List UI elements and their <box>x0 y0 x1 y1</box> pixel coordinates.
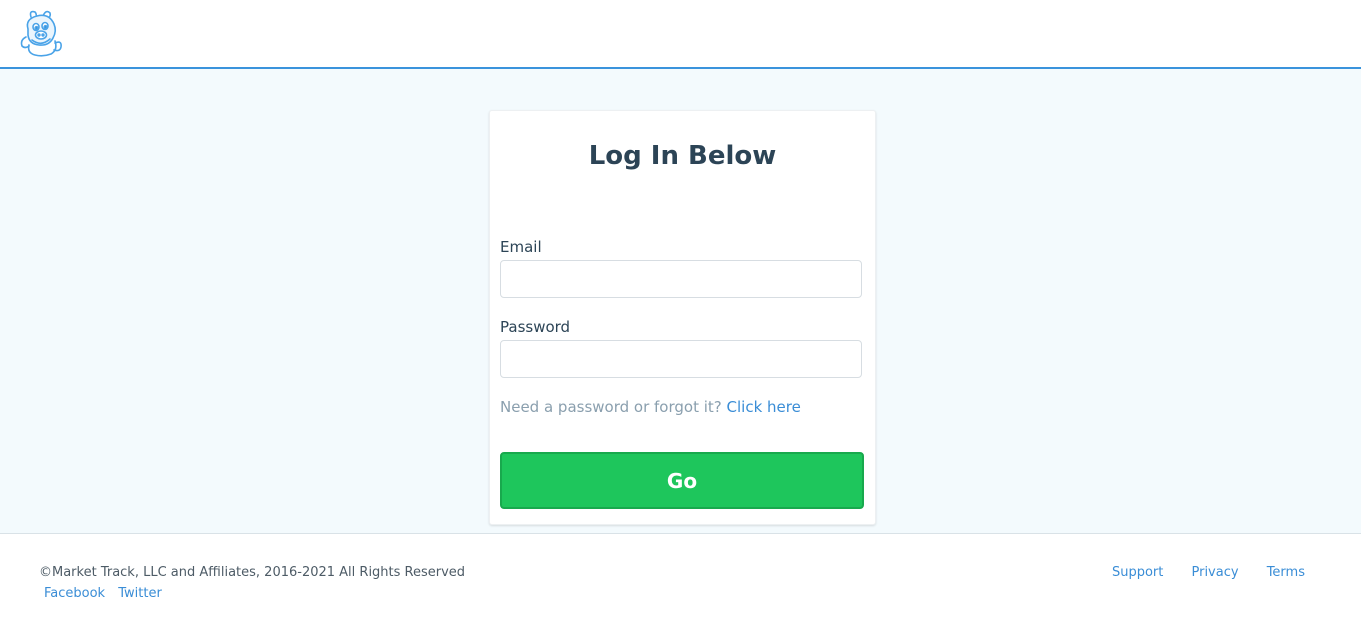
social-links: Facebook Twitter <box>44 586 171 602</box>
footer-links: Support Privacy Terms <box>1088 565 1305 581</box>
top-header <box>0 0 1361 69</box>
privacy-link[interactable]: Privacy <box>1191 565 1238 580</box>
twitter-link[interactable]: Twitter <box>118 586 162 601</box>
facebook-link[interactable]: Facebook <box>44 586 105 601</box>
main-area: Log In Below Email Password Need a passw… <box>0 69 1361 534</box>
login-card: Log In Below Email Password Need a passw… <box>489 110 876 525</box>
email-field[interactable] <box>500 260 862 298</box>
copyright-text: ©Market Track, LLC and Affiliates, 2016-… <box>39 565 466 580</box>
cartoon-pig-mascot-icon <box>20 10 62 57</box>
password-label: Password <box>500 318 571 336</box>
password-field[interactable] <box>500 340 862 378</box>
click-here-link[interactable]: Click here <box>727 398 801 416</box>
terms-link[interactable]: Terms <box>1267 565 1305 580</box>
logo-link[interactable] <box>17 7 65 59</box>
password-help: Need a password or forgot it? Click here <box>500 398 801 416</box>
password-help-text: Need a password or forgot it? <box>500 398 722 416</box>
email-label: Email <box>500 238 542 256</box>
footer: ©Market Track, LLC and Affiliates, 2016-… <box>0 534 1361 640</box>
support-link[interactable]: Support <box>1112 565 1163 580</box>
page-title: Log In Below <box>588 141 777 171</box>
go-button[interactable]: Go <box>500 452 864 509</box>
